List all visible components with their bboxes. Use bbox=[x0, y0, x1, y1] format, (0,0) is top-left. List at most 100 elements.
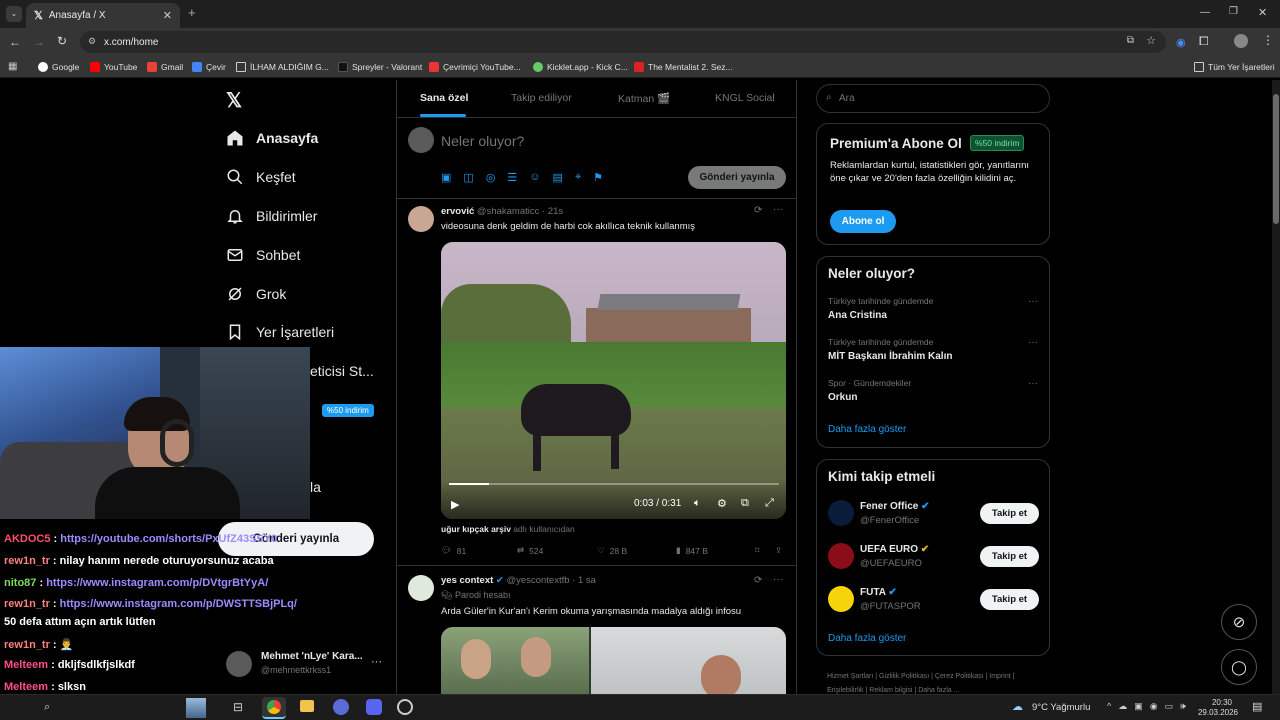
follow-avatar[interactable] bbox=[828, 543, 854, 569]
schedule-icon[interactable]: ▤ bbox=[553, 171, 563, 184]
tab-search-button[interactable]: ⌄ bbox=[6, 6, 22, 22]
post-avatar[interactable] bbox=[408, 206, 434, 232]
emoji-icon[interactable]: ☺ bbox=[529, 171, 540, 184]
sidebar-item-explore[interactable]: Keşfet bbox=[226, 168, 296, 186]
sidebar-item-bookmarks[interactable]: Yer İşaretleri bbox=[226, 323, 334, 341]
post-author-name[interactable]: yes context bbox=[441, 575, 493, 586]
menu-kebab-icon[interactable]: ⋮ bbox=[1262, 33, 1274, 47]
chrome-taskbar-icon[interactable] bbox=[262, 697, 286, 719]
account-avatar[interactable] bbox=[226, 651, 252, 677]
follow-name[interactable]: UEFA EURO bbox=[860, 544, 918, 555]
subscribe-button[interactable]: Abone ol bbox=[830, 210, 896, 233]
bookmark-youtube[interactable]: YouTube bbox=[90, 60, 137, 74]
bookmark-youtube-tool[interactable]: Çevrimiçi YouTube... bbox=[429, 60, 521, 74]
grok-icon[interactable]: ⟳ bbox=[754, 575, 762, 586]
tab-close-icon[interactable]: ✕ bbox=[163, 9, 172, 22]
tab-following[interactable]: Takip ediliyor bbox=[511, 92, 572, 104]
compose-post-button[interactable]: Gönderi yayınla bbox=[688, 166, 786, 189]
sidebar-item-grok[interactable]: Grok bbox=[226, 285, 286, 303]
follow-button[interactable]: Takip et bbox=[980, 589, 1039, 610]
explorer-icon[interactable] bbox=[300, 700, 314, 712]
follow-show-more-link[interactable]: Daha fazla göster bbox=[828, 633, 906, 644]
tab-for-you[interactable]: Sana özel bbox=[420, 92, 468, 104]
repost-button[interactable]: ⇄ 524 bbox=[517, 545, 543, 556]
footer-link[interactable]: Gizlilik Politikası bbox=[879, 673, 929, 680]
footer-link[interactable]: Reklam bilgisi bbox=[869, 687, 912, 694]
follow-avatar[interactable] bbox=[828, 500, 854, 526]
play-icon[interactable]: ▶ bbox=[451, 498, 459, 511]
extension-icon[interactable]: ◉ bbox=[1176, 36, 1186, 49]
trend-more-icon[interactable]: ··· bbox=[1028, 337, 1038, 348]
trends-show-more-link[interactable]: Daha fazla göster bbox=[828, 424, 906, 435]
like-button[interactable]: ♡ 28 B bbox=[597, 545, 627, 556]
flag-icon[interactable]: ⚑ bbox=[593, 171, 603, 184]
fullscreen-icon[interactable]: ⤢ bbox=[765, 497, 774, 510]
search-icon[interactable]: ⌕ bbox=[44, 701, 50, 714]
search-input[interactable]: ⌕ Ara bbox=[816, 84, 1050, 113]
settings-gear-icon[interactable]: ⚙ bbox=[717, 497, 727, 510]
post-more-icon[interactable]: ··· bbox=[773, 204, 783, 215]
bookmark-button[interactable]: ⌑ bbox=[755, 545, 759, 556]
grok-compose-icon[interactable]: ◎ bbox=[486, 171, 496, 184]
app-icon[interactable] bbox=[333, 699, 349, 715]
grok-float-button[interactable]: ⊘ bbox=[1221, 604, 1257, 640]
bookmark-mentalist[interactable]: The Mentalist 2. Sez... bbox=[634, 60, 733, 74]
trend-more-icon[interactable]: ··· bbox=[1028, 378, 1038, 389]
sidebar-item-partial-2[interactable]: la bbox=[310, 479, 321, 495]
video-progress[interactable] bbox=[449, 483, 779, 485]
maximize-button[interactable]: ❐ bbox=[1229, 6, 1238, 17]
reply-button[interactable]: 💬︎ 81 bbox=[441, 545, 466, 556]
trend-item[interactable]: Türkiye tarihinde gündemde Ana Cristina ··… bbox=[828, 296, 1038, 330]
trend-more-icon[interactable]: ··· bbox=[1028, 296, 1038, 307]
star-icon[interactable]: ☆ bbox=[1146, 34, 1156, 47]
pip-icon[interactable]: ⧉ bbox=[741, 497, 749, 510]
views-button[interactable]: ▮ 847 B bbox=[676, 545, 708, 556]
weather-text[interactable]: 9°C Yağmurlu bbox=[1032, 702, 1090, 713]
apps-grid-icon[interactable]: ▦ bbox=[8, 61, 17, 72]
post-video[interactable]: ▶ 0:03 / 0:31 🔈︎ ⚙ ⧉ ⤢ bbox=[441, 242, 786, 519]
window-close-button[interactable]: ✕ bbox=[1258, 6, 1267, 19]
video-source-name[interactable]: uğur kıpçak arşiv bbox=[441, 524, 511, 534]
post-more-icon[interactable]: ··· bbox=[773, 574, 783, 585]
location-icon[interactable]: ⌖ bbox=[575, 171, 581, 184]
footer-link[interactable]: Daha fazla ... bbox=[918, 687, 959, 694]
poll-icon[interactable]: ☰ bbox=[507, 171, 517, 184]
post-image[interactable] bbox=[441, 627, 786, 694]
new-tab-button[interactable]: + bbox=[188, 5, 196, 20]
all-bookmarks-folder[interactable]: Tüm Yer İşaretleri bbox=[1194, 60, 1275, 74]
clock-date[interactable]: 29.03.2026 bbox=[1196, 708, 1238, 717]
install-icon[interactable]: ⧉ bbox=[1127, 35, 1134, 46]
follow-name[interactable]: Fener Office bbox=[860, 501, 918, 512]
back-arrow-icon[interactable]: ← bbox=[9, 35, 21, 49]
x-logo-icon[interactable]: 𝕏 bbox=[226, 88, 242, 113]
bookmark-folder-ilham[interactable]: İLHAM ALDIĞIM G... bbox=[236, 60, 329, 74]
footer-link[interactable]: Erişilebilirlik bbox=[827, 687, 864, 694]
bookmark-kicklet[interactable]: Kicklet.app - Kick C... bbox=[533, 60, 628, 74]
footer-link[interactable]: Çerez Politikası bbox=[935, 673, 984, 680]
tray-icons[interactable]: ^☁▣◉▭🕪︎ bbox=[1107, 701, 1193, 712]
bookmark-gmail[interactable]: Gmail bbox=[147, 60, 183, 74]
scrollbar-thumb[interactable] bbox=[1273, 94, 1279, 224]
sidebar-item-home[interactable]: Anasayfa bbox=[226, 129, 318, 147]
trend-item[interactable]: Spor · Gündemdekiler Orkun ··· bbox=[828, 378, 1038, 412]
post-avatar[interactable] bbox=[408, 575, 434, 601]
footer-link[interactable]: Imprint bbox=[989, 673, 1010, 680]
follow-suggestion[interactable]: UEFA EURO ✔ @UEFAEURO Takip et bbox=[828, 543, 1040, 575]
reload-icon[interactable]: ↻ bbox=[57, 34, 67, 48]
post-author-name[interactable]: ervović bbox=[441, 206, 474, 217]
follow-button[interactable]: Takip et bbox=[980, 546, 1039, 567]
follow-suggestion[interactable]: Fener Office ✔ @FenerOffice Takip et bbox=[828, 500, 1040, 532]
grok-icon[interactable]: ⟳ bbox=[754, 205, 762, 216]
minimize-button[interactable]: — bbox=[1200, 7, 1210, 18]
follow-avatar[interactable] bbox=[828, 586, 854, 612]
follow-name[interactable]: FUTA bbox=[860, 587, 886, 598]
obs-icon[interactable] bbox=[397, 699, 413, 715]
follow-button[interactable]: Takip et bbox=[980, 503, 1039, 524]
sidebar-item-messages[interactable]: Sohbet bbox=[226, 246, 300, 264]
url-bar[interactable]: ⚙ x.com/home ⧉ ☆ bbox=[80, 31, 1166, 53]
tab-kngl-social[interactable]: KNGL Social bbox=[715, 92, 775, 104]
discord-icon[interactable] bbox=[366, 699, 382, 715]
compose-input[interactable]: Neler oluyor? bbox=[441, 133, 524, 149]
follow-suggestion[interactable]: FUTA ✔ @FUTASPOR Takip et bbox=[828, 586, 1040, 618]
bookmark-translate[interactable]: Çevir bbox=[192, 60, 226, 74]
